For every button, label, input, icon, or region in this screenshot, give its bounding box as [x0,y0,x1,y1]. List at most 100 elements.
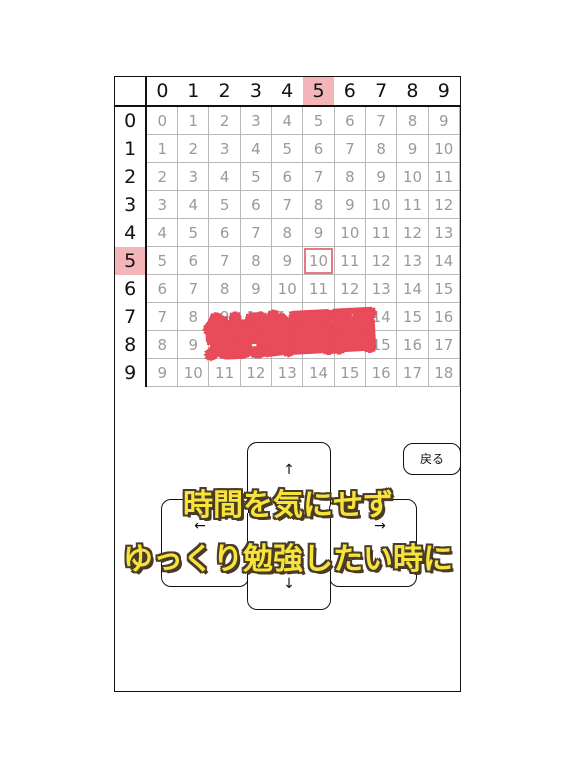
table-cell[interactable]: 11 [396,190,429,219]
table-cell[interactable]: 5 [271,134,304,163]
table-cell[interactable]: 5 [239,162,273,191]
table-cell[interactable]: 5 [145,246,179,275]
column-header[interactable]: 4 [271,77,303,107]
table-cell[interactable]: 14 [302,358,335,387]
table-cell[interactable]: 4 [208,162,241,191]
selected-cell[interactable]: 10 [302,246,335,275]
table-cell[interactable]: 5 [208,190,241,219]
table-cell[interactable]: 10 [396,162,429,191]
table-cell[interactable]: 6 [239,190,273,219]
table-cell[interactable]: 15 [333,358,367,387]
table-cell[interactable]: 8 [271,218,304,247]
table-cell[interactable]: 4 [177,190,210,219]
column-header[interactable]: 8 [396,77,429,107]
table-cell[interactable]: 10 [364,190,398,219]
table-cell[interactable]: 7 [145,302,179,331]
table-cell[interactable]: 9 [427,105,461,135]
column-header[interactable]: 3 [240,77,272,107]
table-cell[interactable]: 8 [302,190,335,219]
table-cell[interactable]: 3 [208,134,241,163]
table-cell[interactable]: 8 [145,330,179,359]
table-cell[interactable]: 16 [364,358,398,387]
table-cell[interactable]: 6 [177,246,210,275]
table-cell[interactable]: 2 [145,162,179,191]
table-cell[interactable]: 10 [427,134,461,163]
table-cell[interactable]: 7 [271,190,304,219]
row-header[interactable]: 7 [115,302,148,331]
table-cell[interactable]: 13 [396,246,429,275]
row-header[interactable]: 4 [115,218,148,247]
table-cell[interactable]: 14 [427,246,461,275]
table-cell[interactable]: 6 [145,274,179,303]
table-cell[interactable]: 5 [177,218,210,247]
table-cell[interactable]: 7 [239,218,273,247]
row-header[interactable]: 6 [115,274,148,303]
row-header[interactable]: 0 [115,106,148,135]
table-cell[interactable]: 7 [302,162,335,191]
table-cell[interactable]: 8 [396,105,429,135]
table-cell[interactable]: 9 [271,246,304,275]
table-cell[interactable]: 9 [333,190,367,219]
table-cell[interactable]: 14 [396,274,429,303]
table-cell[interactable]: 8 [239,246,273,275]
table-cell[interactable]: 0 [145,105,179,135]
table-cell[interactable]: 8 [333,162,367,191]
table-cell[interactable]: 12 [396,218,429,247]
table-cell[interactable]: 15 [427,274,461,303]
table-cell[interactable]: 13 [427,218,461,247]
row-header[interactable]: 1 [115,134,148,163]
table-cell[interactable]: 10 [333,218,367,247]
table-cell[interactable]: 11 [364,218,398,247]
table-cell[interactable]: 10 [271,274,304,303]
back-button[interactable]: 戻る [403,443,461,475]
table-cell[interactable]: 7 [177,274,210,303]
column-header[interactable]: 6 [334,77,366,107]
column-header[interactable]: 7 [365,77,397,107]
table-cell[interactable]: 5 [302,105,335,135]
column-header[interactable]: 2 [208,77,241,107]
table-cell[interactable]: 16 [396,330,429,359]
table-cell[interactable]: 16 [427,302,461,331]
row-header[interactable]: 2 [115,162,148,191]
table-cell[interactable]: 1 [177,105,210,135]
table-cell[interactable]: 7 [208,246,241,275]
column-header[interactable]: 1 [177,77,209,107]
table-cell[interactable]: 11 [333,246,367,275]
table-cell[interactable]: 4 [145,218,179,247]
table-cell[interactable]: 12 [364,246,398,275]
table-cell[interactable]: 6 [302,134,335,163]
table-cell[interactable]: 2 [208,105,241,135]
row-header[interactable]: 3 [115,190,148,219]
table-cell[interactable]: 3 [239,105,273,135]
table-cell[interactable]: 6 [208,218,241,247]
table-cell[interactable]: 11 [427,162,461,191]
table-cell[interactable]: 4 [239,134,273,163]
row-header[interactable]: 9 [115,358,148,387]
table-cell[interactable]: 4 [271,105,304,135]
table-cell[interactable]: 17 [427,330,461,359]
table-cell[interactable]: 6 [271,162,304,191]
table-cell[interactable]: 9 [145,358,179,387]
table-cell[interactable]: 8 [364,134,398,163]
table-cell[interactable]: 9 [302,218,335,247]
column-header[interactable]: 0 [146,77,178,107]
table-cell[interactable]: 8 [208,274,241,303]
table-cell[interactable]: 18 [427,358,461,387]
table-cell[interactable]: 2 [177,134,210,163]
table-cell[interactable]: 6 [333,105,367,135]
table-cell[interactable]: 15 [396,302,429,331]
table-cell[interactable]: 7 [364,105,398,135]
table-cell[interactable]: 9 [239,274,273,303]
table-cell[interactable]: 9 [364,162,398,191]
table-cell[interactable]: 1 [145,134,179,163]
table-cell[interactable]: 12 [427,190,461,219]
table-cell[interactable]: 3 [145,190,179,219]
table-cell[interactable]: 9 [396,134,429,163]
table-cell[interactable]: 3 [177,162,210,191]
table-cell[interactable]: 7 [333,134,367,163]
row-header[interactable]: 8 [115,330,148,359]
column-header[interactable]: 5 [302,77,335,107]
column-header[interactable]: 9 [428,77,460,107]
table-cell[interactable]: 17 [396,358,429,387]
row-header[interactable]: 5 [115,246,148,275]
